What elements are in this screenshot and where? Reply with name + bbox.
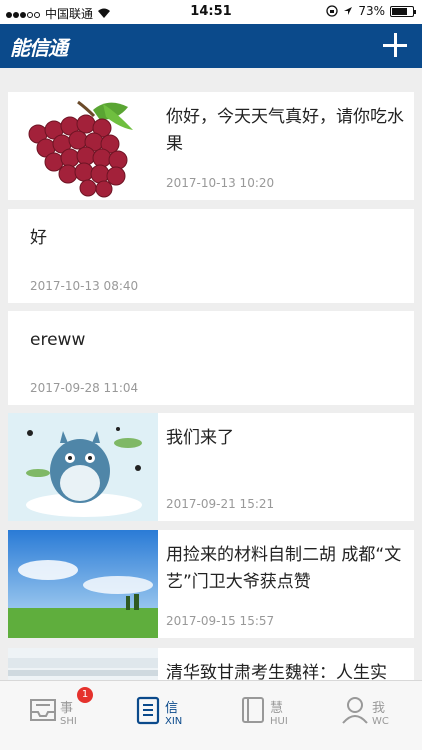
tab-sublabel: WC <box>372 716 389 727</box>
feed-item-title: 你好，今天天气真好，请你吃水果 <box>166 107 404 154</box>
grapes-image <box>8 92 158 200</box>
feed-item-date: 2017-09-28 11:04 <box>30 381 139 395</box>
tab-label: 信 <box>165 701 179 716</box>
feed-item-title: 我们来了 <box>166 428 234 448</box>
tab-label: 我 <box>372 701 386 716</box>
bottom-tab-bar: 1 事 SHI 信 XIN 慧 HUI 我 WC <box>0 680 422 750</box>
tab-xin[interactable]: 信 XIN <box>115 695 215 735</box>
tab-sublabel: XIN <box>165 716 183 727</box>
snow-landscape-image <box>8 648 158 680</box>
app-logo: 能信通 <box>10 36 68 60</box>
tab-label: 慧 <box>270 701 284 716</box>
feed-item[interactable]: 用捡来的材料自制二胡 成都“文艺”门卫大爷获点赞 2017-09-15 15:5… <box>8 530 414 638</box>
feed-item-title: ereww <box>30 330 86 350</box>
feed-item[interactable]: 我们来了 2017-09-21 15:21 <box>8 413 414 521</box>
tab-hui[interactable]: 慧 HUI <box>220 695 320 735</box>
message-feed[interactable]: 你好，今天天气真好，请你吃水果 2017-10-13 10:20 好 2017-… <box>0 68 422 680</box>
inbox-icon <box>30 699 56 721</box>
battery-fill <box>392 7 407 15</box>
document-icon <box>136 696 160 725</box>
feed-item-title: 清华致甘肃考生魏祥：人生实 <box>166 663 387 680</box>
tab-sublabel: HUI <box>270 716 288 727</box>
tab-label: 事 <box>60 701 74 716</box>
feed-item[interactable]: ereww 2017-09-28 11:04 <box>8 311 414 405</box>
tab-wo[interactable]: 我 WC <box>322 695 422 735</box>
feed-item[interactable]: 你好，今天天气真好，请你吃水果 2017-10-13 10:20 <box>8 92 414 200</box>
add-button[interactable] <box>380 30 410 60</box>
feed-item-title: 好 <box>30 228 47 248</box>
feed-item[interactable]: 清华致甘肃考生魏祥：人生实 <box>8 648 414 680</box>
tab-shi[interactable]: 1 事 SHI <box>10 687 110 735</box>
feed-item-date: 2017-10-13 10:20 <box>166 176 275 190</box>
tab-sublabel: SHI <box>60 716 77 727</box>
feed-item-date: 2017-09-21 15:21 <box>166 497 275 511</box>
feed-item-date: 2017-10-13 08:40 <box>30 279 139 293</box>
header-bar: 能信通 <box>0 24 422 68</box>
feed-item[interactable]: 好 2017-10-13 08:40 <box>8 209 414 303</box>
user-icon <box>342 697 368 724</box>
battery-icon <box>390 5 416 17</box>
status-bar: 中国联通 14:51 73% <box>0 0 422 24</box>
battery-percent: 73% <box>358 4 385 18</box>
rotation-lock-icon <box>326 5 338 17</box>
feed-item-date: 2017-09-15 15:57 <box>166 614 275 628</box>
totoro-image <box>8 413 158 521</box>
status-right: 73% <box>326 4 416 18</box>
location-arrow-icon <box>344 7 353 15</box>
feed-item-title: 用捡来的材料自制二胡 成都“文艺”门卫大爷获点赞 <box>166 545 402 592</box>
unread-badge: 1 <box>77 687 93 703</box>
book-icon <box>242 697 264 723</box>
sky-landscape-image <box>8 530 158 638</box>
